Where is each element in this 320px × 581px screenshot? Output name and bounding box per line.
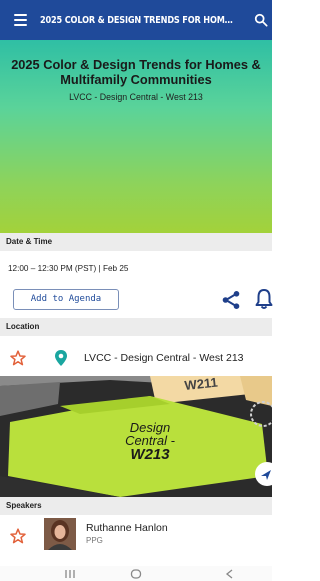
location-pin-icon [52, 349, 70, 367]
section-header-location: Location [0, 318, 272, 336]
venue-map[interactable]: W211 Design Central - W213 [0, 376, 272, 497]
system-nav-bar [0, 566, 272, 581]
back-icon[interactable] [215, 566, 245, 581]
bell-icon[interactable] [254, 288, 274, 310]
recent-apps-icon[interactable] [55, 566, 85, 581]
search-icon[interactable] [250, 0, 272, 40]
session-hero: 2025 Color & Design Trends for Homes & M… [0, 40, 272, 233]
section-header-date-time: Date & Time [0, 233, 272, 251]
session-room: LVCC - Design Central - West 213 [69, 92, 203, 102]
map-room-label-line3: W213 [130, 446, 170, 463]
speaker-row[interactable]: Ruthanne Hanlon PPG [0, 515, 272, 559]
section-header-speakers: Speakers [0, 497, 272, 515]
share-icon[interactable] [221, 290, 241, 310]
favorite-star-icon[interactable] [10, 528, 26, 544]
favorite-star-icon[interactable] [10, 350, 26, 366]
session-title: 2025 Color & Design Trends for Homes & M… [11, 57, 261, 87]
location-name: LVCC - Design Central - West 213 [84, 352, 244, 364]
app-bar-title: 2025 COLOR & DESIGN TRENDS FOR HOME… [40, 14, 239, 26]
session-datetime: 12:00 – 12:30 PM (PST) | Feb 25 [8, 264, 129, 273]
app-bar: 2025 COLOR & DESIGN TRENDS FOR HOME… [0, 0, 272, 40]
home-icon[interactable] [121, 566, 151, 581]
location-row[interactable]: LVCC - Design Central - West 213 [0, 340, 272, 376]
add-to-agenda-button[interactable]: Add to Agenda [13, 289, 119, 310]
speaker-avatar [44, 518, 76, 550]
speaker-name: Ruthanne Hanlon [86, 522, 168, 534]
hamburger-menu-icon[interactable] [0, 0, 40, 40]
speaker-org: PPG [86, 536, 103, 545]
